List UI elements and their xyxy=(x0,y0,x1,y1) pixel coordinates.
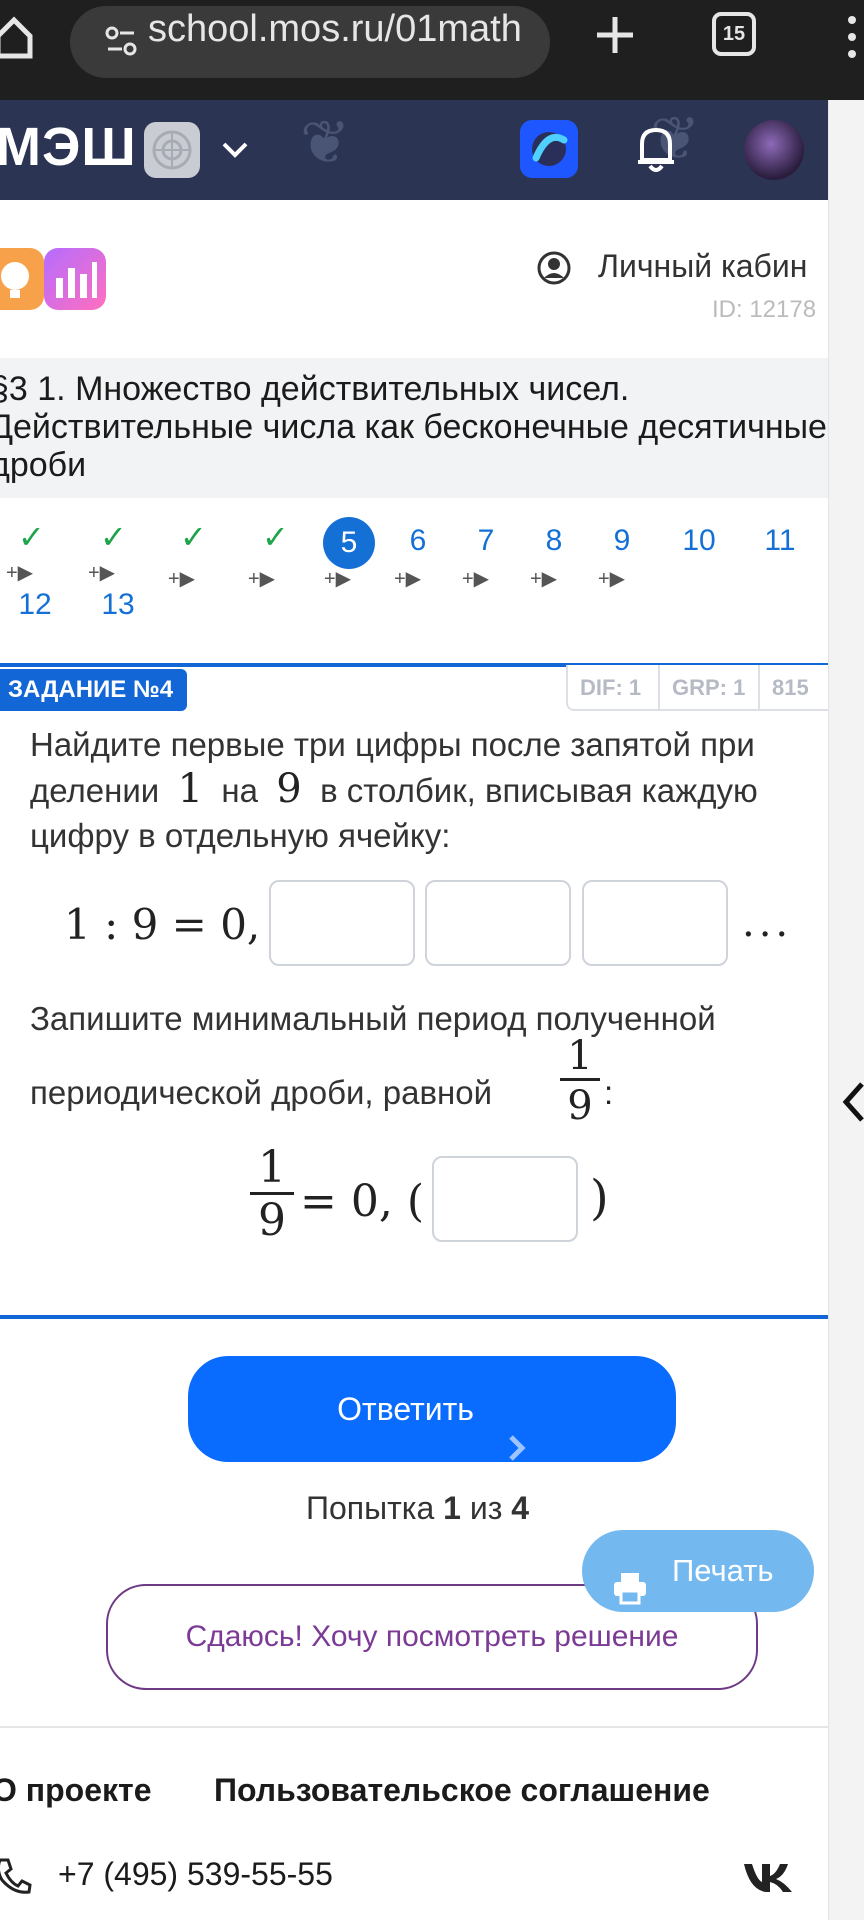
task-number[interactable]: 13 xyxy=(93,588,143,622)
brand-logo[interactable]: МЭШ xyxy=(0,116,137,178)
site-settings-icon[interactable] xyxy=(104,24,138,58)
period-input[interactable] xyxy=(432,1156,578,1242)
task-text-fragment: в столбик, вписывая каждую xyxy=(320,772,758,809)
lamp-logo-icon[interactable] xyxy=(0,248,44,310)
tab-count: 15 xyxy=(722,23,746,45)
dif-badge: DIF: 1 xyxy=(566,665,660,711)
vk-icon[interactable] xyxy=(742,1860,794,1894)
footer-about-link[interactable]: О проекте xyxy=(0,1772,151,1809)
lesson-title-line: дроби xyxy=(0,446,87,484)
footer-phone-link[interactable]: +7 (495) 539-55-55 xyxy=(58,1856,333,1893)
answer-label: Ответить xyxy=(337,1391,474,1427)
video-marker: +▶ xyxy=(462,568,490,590)
task-progress: ✓ ✓ ✓ ✓ 5 6 7 8 9 10 11 +▶ +▶ +▶ +▶ +▶ +… xyxy=(0,512,828,622)
task-current[interactable]: 5 xyxy=(323,517,375,569)
video-marker: +▶ xyxy=(6,562,34,584)
digit-input-1[interactable] xyxy=(269,880,415,966)
attempt-counter: Попытка 1 из 4 xyxy=(306,1490,529,1527)
app-header: ❦ ❦ МЭШ xyxy=(0,100,828,200)
ellipsis: ... xyxy=(742,900,793,946)
fraction-numerator: 1 xyxy=(258,1142,286,1193)
service-icon[interactable] xyxy=(144,122,200,178)
task-text-line: Найдите первые три цифры после запятой п… xyxy=(30,726,755,763)
attempt-total: 4 xyxy=(511,1490,530,1526)
chevron-right-icon xyxy=(507,1398,527,1461)
video-marker: +▶ xyxy=(88,562,116,584)
task-done-check[interactable]: ✓ xyxy=(100,518,127,556)
task-number[interactable]: 12 xyxy=(10,588,60,622)
digit-input-2[interactable] xyxy=(425,880,571,966)
digit-input-3[interactable] xyxy=(582,880,728,966)
task-text-fragment: делении xyxy=(30,772,160,809)
more-menu-icon[interactable] xyxy=(842,14,862,60)
lesson-title: §3 1. Множество действительных чисел. Де… xyxy=(0,370,828,484)
phone-icon xyxy=(0,1856,32,1896)
video-marker: +▶ xyxy=(248,568,276,590)
code-badge: 815 xyxy=(758,665,828,711)
task-text-line: цифру в отдельную ячейку: xyxy=(30,817,451,854)
fraction-numerator: 1 xyxy=(567,1033,593,1079)
lesson-title-line: Действительные числа как бесконечные дес… xyxy=(0,408,827,446)
print-label: Печать xyxy=(672,1553,774,1588)
math-number: 9 xyxy=(276,766,302,812)
new-tab-icon[interactable] xyxy=(592,12,638,58)
task-done-check[interactable]: ✓ xyxy=(18,518,45,556)
task-text: Найдите первые три цифры после запятой п… xyxy=(30,722,830,858)
lesson-title-line: §3 1. Множество действительных чисел. xyxy=(0,370,630,408)
user-circle-icon[interactable] xyxy=(536,250,572,286)
video-marker: +▶ xyxy=(394,568,422,590)
video-marker: +▶ xyxy=(168,568,196,590)
footer-terms-link[interactable]: Пользовательское соглашение xyxy=(214,1772,710,1809)
attempt-prefix: Попытка xyxy=(306,1490,435,1526)
task-text-fragment: на xyxy=(221,772,258,809)
printer-icon xyxy=(612,1554,648,1605)
print-button[interactable]: Печать xyxy=(582,1530,814,1612)
math-number: 1 xyxy=(177,766,204,812)
fraction-display: 1 9 xyxy=(250,1144,294,1247)
task-done-check[interactable]: ✓ xyxy=(180,518,207,556)
apps-icon[interactable] xyxy=(520,120,578,178)
tab-switcher-button[interactable]: 15 xyxy=(712,12,756,56)
chevron-down-icon[interactable] xyxy=(220,138,250,162)
fraction-inline: 1 9 xyxy=(560,1034,600,1131)
task-number[interactable]: 9 xyxy=(597,524,647,558)
task-number[interactable]: 6 xyxy=(393,524,443,558)
colon: : xyxy=(604,1074,614,1111)
stats-logo-icon[interactable] xyxy=(44,248,106,310)
fraction-denominator: 9 xyxy=(567,1083,593,1129)
period-text-line2: периодической дроби, равной xyxy=(30,1074,493,1111)
task-number[interactable]: 7 xyxy=(461,524,511,558)
task-text-line: делении 1 на 9 в столбик, вписывая кажду… xyxy=(30,767,830,813)
task-badge: ЗАДАНИЕ №4 xyxy=(0,669,188,711)
task-done-check[interactable]: ✓ xyxy=(262,518,289,556)
video-marker: +▶ xyxy=(324,568,352,590)
user-id: ID: 12178 xyxy=(712,296,817,323)
closing-paren: ) xyxy=(590,1170,609,1226)
video-marker: +▶ xyxy=(530,568,558,590)
task-number[interactable]: 11 xyxy=(755,524,805,558)
side-panel xyxy=(828,100,864,1920)
bell-icon[interactable] xyxy=(634,122,678,174)
avatar[interactable] xyxy=(744,120,804,180)
home-icon[interactable] xyxy=(0,14,34,60)
period-text-line1: Запишите минимальный период полученной xyxy=(30,1000,716,1037)
collapse-chevron-icon[interactable] xyxy=(842,1080,864,1124)
task-number[interactable]: 8 xyxy=(529,524,579,558)
attempt-current: 1 xyxy=(443,1490,461,1526)
attempt-of: из xyxy=(469,1490,503,1526)
task-number[interactable]: 10 xyxy=(674,524,724,558)
url-text[interactable]: school.mos.ru/01math xyxy=(148,8,528,51)
grp-badge: GRP: 1 xyxy=(658,665,760,711)
leaf-decoration-icon: ❦ xyxy=(300,109,351,176)
fraction-denominator: 9 xyxy=(258,1195,286,1246)
video-marker: +▶ xyxy=(598,568,626,590)
account-link[interactable]: Личный кабин xyxy=(598,248,830,285)
division-equation: 1 : 9 = 0, xyxy=(64,900,261,949)
answer-button[interactable]: Ответить xyxy=(188,1356,676,1462)
period-equation: = 0, ( xyxy=(300,1176,424,1227)
